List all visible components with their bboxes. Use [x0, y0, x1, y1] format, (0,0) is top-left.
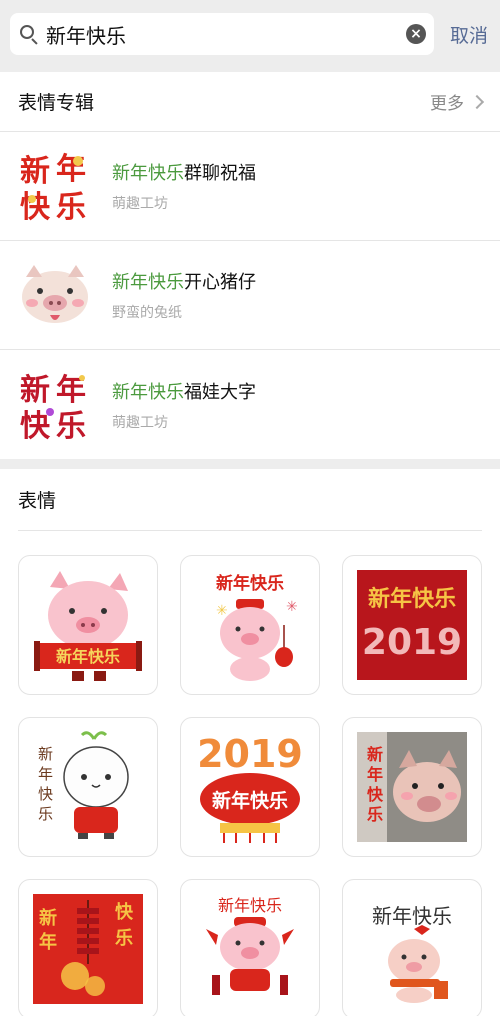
search-icon [18, 23, 40, 45]
clear-icon[interactable]: × [406, 24, 426, 44]
svg-text:乐: 乐 [56, 190, 86, 223]
svg-text:新年快乐: 新年快乐 [368, 586, 456, 612]
album-row[interactable]: 新 年 快 乐 新年快乐群聊祝福 萌趣工坊 [0, 132, 500, 241]
pig-with-lantern-sticker[interactable]: 新年快乐 ✳ ✳ [180, 555, 320, 695]
search-bar: × 取消 [0, 0, 500, 68]
album-title: 新年快乐开心猪仔 [112, 272, 256, 293]
svg-text:新: 新 [39, 907, 57, 929]
album-row[interactable]: 新 年 快 乐 新年快乐福娃大字 萌趣工坊 [0, 350, 500, 459]
svg-text:2019: 2019 [362, 622, 462, 663]
svg-text:新: 新 [38, 745, 53, 763]
emoji-grid: 新年快乐 新年快乐 ✳ ✳ 新年快乐 2019 新 年 快 乐 2019 新年快… [0, 531, 500, 1016]
search-box[interactable]: × [10, 13, 434, 55]
real-piglet-photo-sticker[interactable]: 新 年 快 乐 [342, 717, 482, 857]
pig-holding-banner-sticker[interactable]: 新年快乐 [18, 555, 158, 695]
albums-title: 表情专辑 [18, 92, 95, 114]
svg-text:年: 年 [56, 152, 86, 187]
sticker-albums-section: 表情专辑 更多 新 年 快 乐 新年快乐群聊祝福 萌趣工坊 新年快乐开心猪仔 野… [0, 72, 500, 459]
svg-text:年: 年 [39, 931, 57, 953]
emoji-section: 表情 新年快乐 新年快乐 ✳ ✳ 新年快乐 2019 新 年 快 乐 2019 … [0, 469, 500, 1016]
svg-text:✳: ✳ [286, 599, 298, 615]
svg-text:乐: 乐 [56, 409, 86, 442]
svg-text:快: 快 [38, 785, 53, 803]
svg-text:乐: 乐 [38, 805, 53, 823]
album-author: 野蛮的兔纸 [112, 305, 182, 321]
2019-lantern-sticker[interactable]: 2019 新年快乐 [180, 717, 320, 857]
album-title: 新年快乐福娃大字 [112, 381, 256, 403]
svg-text:快: 快 [20, 409, 51, 442]
more-label: 更多 [430, 94, 464, 114]
svg-text:新年快乐: 新年快乐 [216, 573, 284, 594]
more-link[interactable]: 更多 [430, 89, 485, 114]
pig-face-sticker-icon [18, 258, 92, 332]
album-author: 萌趣工坊 [112, 414, 168, 431]
svg-text:新年快乐: 新年快乐 [212, 789, 288, 812]
svg-text:新: 新 [367, 745, 383, 764]
svg-text:✳: ✳ [216, 603, 228, 619]
svg-text:乐: 乐 [115, 928, 133, 949]
album-author: 萌趣工坊 [112, 196, 168, 212]
svg-text:年: 年 [38, 765, 53, 783]
search-input[interactable] [46, 22, 406, 46]
svg-text:2019: 2019 [197, 732, 303, 776]
albums-header: 表情专辑 更多 [0, 72, 500, 132]
svg-text:新年快乐: 新年快乐 [372, 904, 452, 928]
svg-text:新年快乐: 新年快乐 [218, 896, 282, 915]
new-year-bigtext-sticker-icon: 新 年 快 乐 [18, 368, 92, 442]
bun-character-sticker[interactable]: 新 年 快 乐 [18, 717, 158, 857]
svg-text:快: 快 [367, 785, 384, 804]
section-divider [0, 459, 500, 469]
svg-text:新: 新 [20, 373, 50, 408]
chevron-right-icon [469, 94, 485, 109]
svg-text:乐: 乐 [367, 805, 383, 824]
emoji-title: 表情 [18, 490, 57, 512]
svg-text:快: 快 [115, 901, 134, 923]
pig-with-scarf-sticker[interactable]: 新年快乐 [342, 879, 482, 1016]
cancel-button[interactable]: 取消 [434, 21, 490, 48]
svg-text:新年快乐: 新年快乐 [56, 647, 120, 666]
album-row[interactable]: 新年快乐开心猪仔 野蛮的兔纸 [0, 241, 500, 350]
album-title: 新年快乐群聊祝福 [112, 163, 256, 184]
firecracker-sticker[interactable]: 新 年 快 乐 [18, 879, 158, 1016]
new-year-text-sticker-icon: 新 年 快 乐 [18, 149, 92, 223]
new-year-2019-card-sticker[interactable]: 新年快乐 2019 [342, 555, 482, 695]
svg-text:新: 新 [20, 154, 50, 189]
pig-with-firecrackers-sticker[interactable]: 新年快乐 [180, 879, 320, 1016]
emoji-header: 表情 [18, 469, 482, 531]
svg-text:快: 快 [20, 190, 51, 223]
svg-text:年: 年 [367, 765, 383, 784]
